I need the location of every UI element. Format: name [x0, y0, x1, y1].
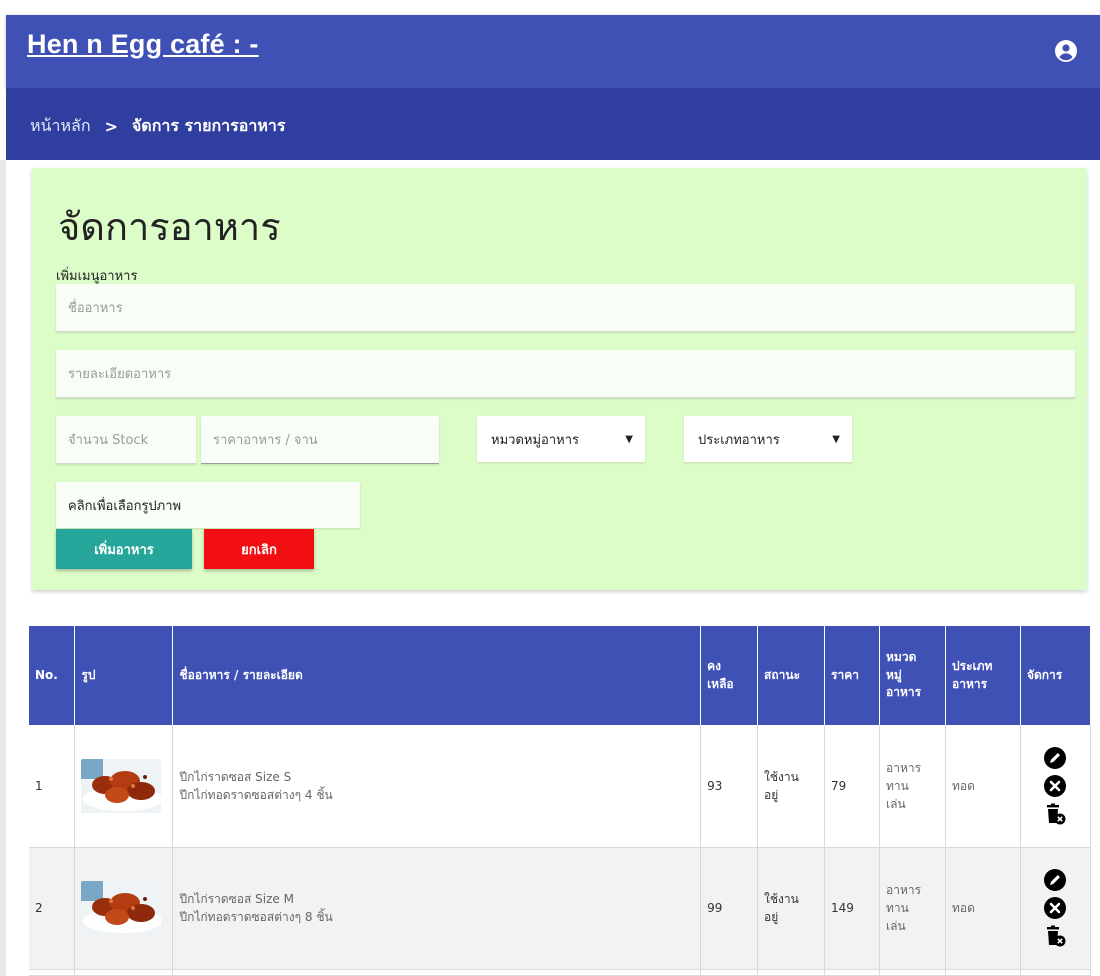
cell-stock: 99 — [700, 847, 759, 970]
category-line: เล่น — [886, 796, 906, 811]
cell-empty — [1020, 969, 1092, 976]
breadcrumb-home[interactable]: หน้าหลัก — [30, 114, 91, 139]
header-type: ประเภท อาหาร — [945, 626, 1021, 725]
add-food-card: จัดการอาหาร เพิ่มเมนูอาหาร ชื่ออาหาร ราย… — [32, 168, 1087, 590]
cell-type: ทอด — [945, 847, 1021, 970]
header-image: รูป — [74, 626, 174, 725]
food-name: ปีกไก่ราดซอส Size S — [179, 769, 292, 784]
cell-image — [74, 847, 174, 970]
header-category-line: หมวด — [886, 650, 917, 665]
row-actions — [1027, 868, 1084, 948]
category-line: ทาน — [886, 901, 909, 915]
delete-icon[interactable] — [1043, 802, 1067, 826]
header-no: No. — [29, 626, 76, 725]
status-line: อยู่ — [764, 910, 779, 924]
delete-icon[interactable] — [1043, 924, 1067, 948]
header-category-line: หมู่ — [886, 667, 902, 682]
food-name-input[interactable]: ชื่ออาหาร — [56, 284, 1075, 332]
cell-status: ใช้งาน อยู่ — [757, 725, 826, 848]
cell-empty — [74, 969, 174, 976]
header-type-line: ประเภท — [952, 659, 993, 674]
food-table: No. รูป ชื่ออาหาร / รายละเอียด คง เหลือ … — [29, 626, 1092, 976]
breadcrumb: หน้าหลัก > จัดการ รายการอาหาร — [30, 114, 285, 139]
price-input[interactable]: ราคาอาหาร / จาน — [201, 416, 439, 464]
cancel-icon[interactable] — [1043, 774, 1067, 798]
cell-actions — [1020, 725, 1092, 848]
cell-category: อาหาร ทาน เล่น — [879, 847, 946, 970]
table-row — [29, 969, 1092, 976]
header-category-line: อาหาร — [886, 685, 922, 700]
food-image — [81, 758, 162, 813]
food-image — [81, 881, 162, 935]
table-header-row: No. รูป ชื่ออาหาร / รายละเอียด คง เหลือ … — [29, 626, 1092, 725]
status-line: ใช้งาน — [764, 769, 799, 784]
header-type-line: อาหาร — [952, 676, 988, 691]
cell-empty — [29, 969, 76, 976]
status-line: อยู่ — [764, 787, 779, 802]
cell-name: ปีกไก่ราดซอส Size M ปีกไก่ทอดราดซอสต่างๆ… — [172, 847, 702, 970]
header-stock-line: เหลือ — [707, 676, 734, 691]
header-stock-line: คง — [707, 659, 721, 674]
cell-status: ใช้งาน อยู่ — [757, 847, 826, 970]
cancel-button[interactable]: ยกเลิก — [204, 529, 314, 569]
header-stock: คง เหลือ — [700, 626, 759, 725]
breadcrumb-current: จัดการ รายการอาหาร — [131, 116, 286, 135]
status-line: ใช้งาน — [764, 892, 799, 906]
cell-empty — [757, 969, 826, 976]
account-circle-icon[interactable] — [1054, 39, 1078, 63]
header-name: ชื่ออาหาร / รายละเอียด — [172, 626, 702, 725]
cell-empty — [172, 969, 702, 976]
cell-type: ทอด — [945, 725, 1021, 848]
category-line: เล่น — [886, 919, 906, 933]
cell-empty — [945, 969, 1021, 976]
cell-image — [74, 725, 174, 848]
cell-no: 1 — [29, 725, 76, 848]
cell-actions — [1020, 847, 1092, 970]
category-select-value: หมวดหมู่อาหาร — [491, 432, 579, 448]
cell-price: 79 — [824, 725, 881, 848]
stock-input[interactable]: จำนวน Stock — [56, 416, 196, 464]
type-select[interactable]: ประเภทอาหาร ▼ — [684, 416, 852, 462]
row-actions — [1027, 746, 1084, 826]
edit-icon[interactable] — [1043, 746, 1067, 770]
chevron-down-icon: ▼ — [832, 433, 840, 445]
food-detail: ปีกไก่ทอดราดซอสต่างๆ 4 ชิ้น — [179, 787, 333, 802]
edit-icon[interactable] — [1043, 868, 1067, 892]
food-detail: ปีกไก่ทอดราดซอสต่างๆ 8 ชิ้น — [179, 910, 333, 924]
breadcrumb-bar: หน้าหลัก > จัดการ รายการอาหาร — [6, 88, 1100, 160]
header-actions: จัดการ — [1020, 626, 1092, 725]
cell-name: ปีกไก่ราดซอส Size S ปีกไก่ทอดราดซอสต่างๆ… — [172, 725, 702, 848]
cell-no: 2 — [29, 847, 76, 970]
cell-empty — [700, 969, 759, 976]
category-line: อาหาร — [886, 760, 922, 775]
type-select-value: ประเภทอาหาร — [698, 432, 780, 448]
header-category: หมวด หมู่ อาหาร — [879, 626, 946, 725]
breadcrumb-separator: > — [104, 117, 118, 136]
category-line: อาหาร — [886, 883, 922, 897]
category-line: ทาน — [886, 778, 909, 793]
table-row: 1 ปีกไก่ราดซอส Size S ปีกไก่ทอดราดซอสต่า… — [29, 725, 1092, 848]
header-price: ราคา — [824, 626, 881, 725]
food-name: ปีกไก่ราดซอส Size M — [179, 892, 294, 906]
page-title: จัดการอาหาร — [58, 205, 281, 249]
table-row: 2 ปีกไก่ราดซอส Size M ปีกไก่ทอดราดซอสต่า… — [29, 847, 1092, 970]
add-food-button[interactable]: เพิ่มอาหาร — [56, 529, 192, 569]
food-description-input[interactable]: รายละเอียดอาหาร — [56, 350, 1075, 398]
cell-category: อาหาร ทาน เล่น — [879, 725, 946, 848]
category-select[interactable]: หมวดหมู่อาหาร ▼ — [477, 416, 645, 462]
header-status: สถานะ — [757, 626, 826, 725]
cell-empty — [824, 969, 881, 976]
sidebar-edge — [0, 160, 6, 976]
cell-price: 149 — [824, 847, 881, 970]
page: Hen n Egg café : - หน้าหลัก > จัดการ ราย… — [0, 0, 1100, 976]
add-menu-label: เพิ่มเมนูอาหาร — [56, 269, 138, 284]
cancel-icon[interactable] — [1043, 896, 1067, 920]
cell-empty — [879, 969, 946, 976]
app-title-link[interactable]: Hen n Egg café : - — [27, 29, 259, 60]
top-app-bar: Hen n Egg café : - — [6, 15, 1100, 88]
chevron-down-icon: ▼ — [625, 433, 633, 445]
cell-stock: 93 — [700, 725, 759, 848]
choose-image-button[interactable]: คลิกเพื่อเลือกรูปภาพ — [56, 482, 360, 528]
